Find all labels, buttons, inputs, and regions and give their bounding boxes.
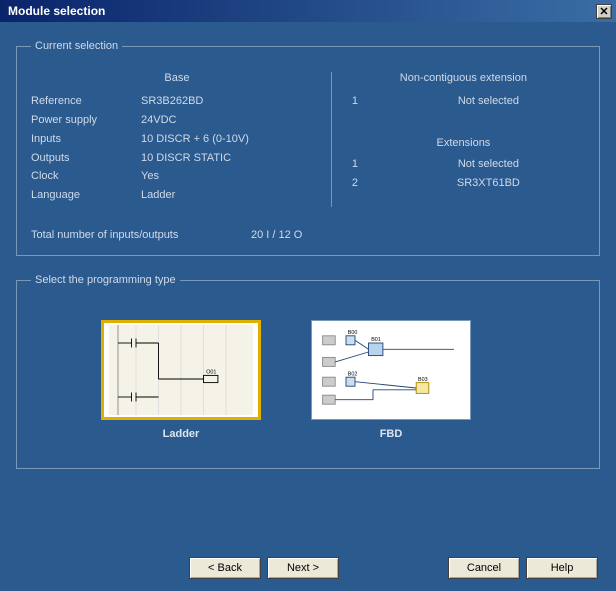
dialog-content: Current selection Base Reference SR3B262… [0,22,616,497]
ladder-option[interactable]: O01 Ladder [101,320,261,440]
ext-heading: Extensions [342,137,585,149]
clock-value: Yes [141,169,323,184]
programming-type-group: Select the programming type [16,274,600,469]
ladder-thumbnail: O01 [101,320,261,420]
fbd-thumbnail: B00 B02 B01 B03 [311,320,471,420]
language-value: Ladder [141,188,323,203]
row-reference: Reference SR3B262BD [31,94,323,109]
power-label: Power supply [31,113,141,128]
reference-label: Reference [31,94,141,109]
fbd-label: FBD [311,428,471,440]
reference-value: SR3B262BD [141,94,323,109]
inputs-label: Inputs [31,132,141,147]
ext-row-2: 2 SR3XT61BD [342,176,585,191]
next-button[interactable]: Next > [267,557,339,579]
noncontig-row-1: 1 Not selected [342,94,585,109]
row-clock: Clock Yes [31,169,323,184]
title-bar: Module selection ✕ [0,0,616,22]
total-io-row: Total number of inputs/outputs 20 I / 12… [31,229,585,241]
outputs-label: Outputs [31,151,141,166]
language-label: Language [31,188,141,203]
ext-idx-1: 1 [342,157,392,172]
svg-text:B01: B01 [371,337,381,343]
help-button[interactable]: Help [526,557,598,579]
cancel-button[interactable]: Cancel [448,557,520,579]
base-heading: Base [31,72,323,84]
svg-text:B02: B02 [348,371,358,377]
outputs-value: 10 DISCR STATIC [141,151,323,166]
noncontig-heading: Non-contiguous extension [342,72,585,84]
noncontig-idx-1: 1 [342,94,392,109]
svg-text:B03: B03 [418,377,428,383]
svg-text:B00: B00 [348,330,358,336]
close-button[interactable]: ✕ [596,4,612,19]
clock-label: Clock [31,169,141,184]
window-title: Module selection [4,4,596,18]
ext-val-1: Not selected [392,157,585,172]
svg-text:O01: O01 [206,370,216,376]
fbd-diagram-icon: B00 B02 B01 B03 [316,325,466,415]
ladder-label: Ladder [101,428,261,440]
total-io-value: 20 I / 12 O [251,229,302,241]
extensions-column: Non-contiguous extension 1 Not selected … [331,72,585,207]
fbd-option[interactable]: B00 B02 B01 B03 [311,320,471,440]
row-inputs: Inputs 10 DISCR + 6 (0-10V) [31,132,323,147]
ext-val-2: SR3XT61BD [392,176,585,191]
power-value: 24VDC [141,113,323,128]
noncontig-val-1: Not selected [392,94,585,109]
button-bar: < Back Next > Cancel Help [0,557,616,579]
current-selection-legend: Current selection [31,40,122,52]
row-language: Language Ladder [31,188,323,203]
current-selection-group: Current selection Base Reference SR3B262… [16,40,600,256]
base-column: Base Reference SR3B262BD Power supply 24… [31,72,323,207]
inputs-value: 10 DISCR + 6 (0-10V) [141,132,323,147]
close-icon: ✕ [599,5,608,18]
ext-idx-2: 2 [342,176,392,191]
row-power: Power supply 24VDC [31,113,323,128]
ladder-diagram-icon: O01 [106,325,256,415]
back-button[interactable]: < Back [189,557,261,579]
programming-type-legend: Select the programming type [31,274,180,286]
row-outputs: Outputs 10 DISCR STATIC [31,151,323,166]
ext-row-1: 1 Not selected [342,157,585,172]
total-io-label: Total number of inputs/outputs [31,229,251,241]
